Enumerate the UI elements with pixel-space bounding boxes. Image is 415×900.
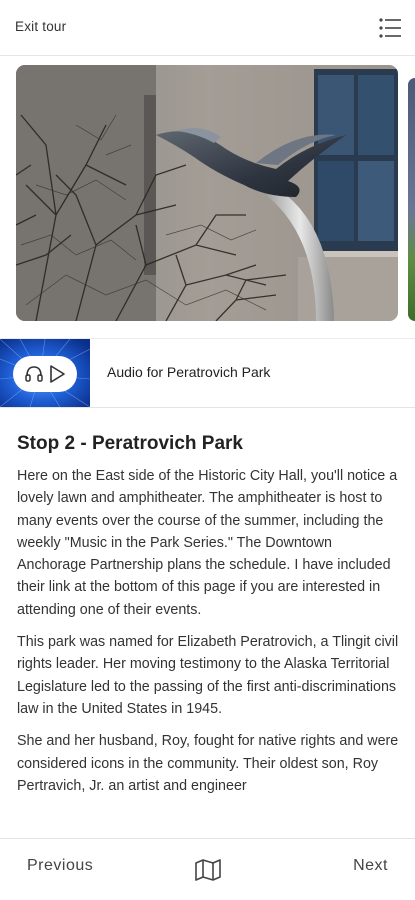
next-button[interactable]: Next	[353, 857, 388, 875]
map-icon[interactable]	[193, 858, 223, 882]
photo-carousel[interactable]	[0, 56, 415, 338]
bottom-navigation: Previous Next	[0, 838, 415, 900]
exit-tour-button[interactable]: Exit tour	[15, 19, 66, 34]
bird-sculpture-photo[interactable]	[16, 65, 398, 321]
next-photo-peek[interactable]	[408, 78, 415, 321]
stop-paragraph-1: Here on the East side of the Historic Ci…	[17, 468, 398, 618]
top-bar: Exit tour	[0, 0, 415, 56]
previous-button[interactable]: Previous	[27, 857, 93, 875]
stop-paragraph-2: This park was named for Elizabeth Peratr…	[17, 634, 399, 717]
play-icon[interactable]	[48, 364, 66, 384]
stop-paragraph-3: She and her husband, Roy, fought for nat…	[17, 733, 399, 794]
menu-list-icon[interactable]	[375, 14, 405, 42]
headphones-icon	[24, 364, 44, 384]
stop-title: Stop 2 - Peratrovich Park	[17, 433, 243, 454]
stop-content: Stop 2 - Peratrovich Park Here on the Ea…	[0, 408, 415, 838]
audio-player-row[interactable]: Audio for Peratrovich Park	[0, 338, 415, 408]
audio-title[interactable]: Audio for Peratrovich Park	[107, 364, 270, 380]
audio-thumbnail[interactable]	[0, 339, 90, 407]
